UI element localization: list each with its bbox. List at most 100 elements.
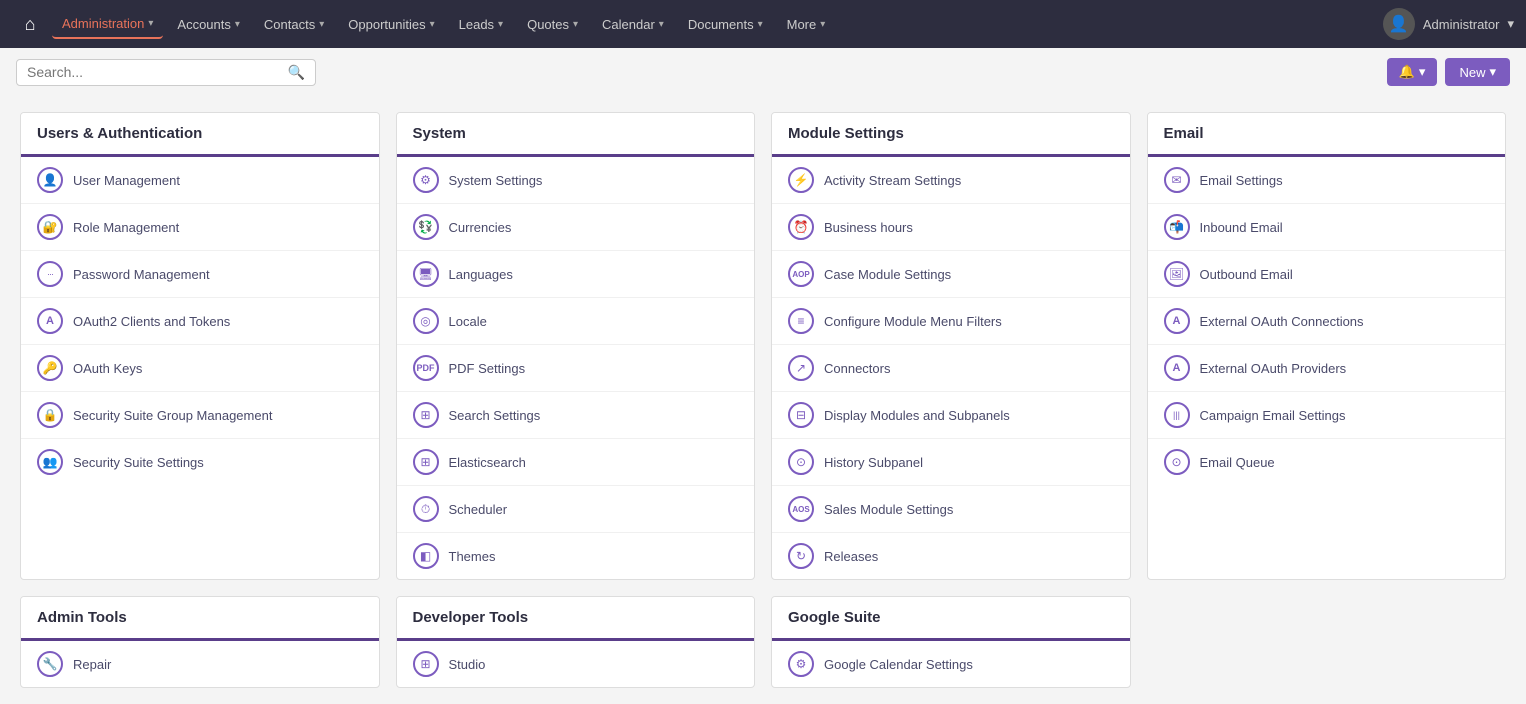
nav-item-leads[interactable]: Leads ▾ xyxy=(449,11,513,38)
list-item[interactable]: ⚙ Google Calendar Settings xyxy=(772,641,1130,687)
navbar: ⌂ Administration ▾ Accounts ▾ Contacts ▾… xyxy=(0,0,1526,48)
list-item[interactable]: A External OAuth Providers xyxy=(1148,345,1506,392)
nav-item-quotes[interactable]: Quotes ▾ xyxy=(517,11,588,38)
card-header-users-auth: Users & Authentication xyxy=(21,113,379,157)
locale-label: Locale xyxy=(449,314,487,329)
configure-module-icon: ≡ xyxy=(788,308,814,334)
list-item[interactable]: 🔒 Security Suite Group Management xyxy=(21,392,379,439)
nav-arrow: ▾ xyxy=(758,19,763,30)
configure-module-label: Configure Module Menu Filters xyxy=(824,314,1002,329)
nav-arrow: ▾ xyxy=(235,19,240,30)
role-management-icon: 🔐 xyxy=(37,214,63,240)
nav-item-administration[interactable]: Administration ▾ xyxy=(52,10,163,39)
list-item[interactable]: ⚙ System Settings xyxy=(397,157,755,204)
nav-item-calendar[interactable]: Calendar ▾ xyxy=(592,11,674,38)
nav-item-opportunities[interactable]: Opportunities ▾ xyxy=(338,11,444,38)
list-item[interactable]: 📬 Inbound Email xyxy=(1148,204,1506,251)
card-header-email: Email xyxy=(1148,113,1506,157)
new-button[interactable]: New ▾ xyxy=(1445,58,1510,86)
card-header-module-settings: Module Settings xyxy=(772,113,1130,157)
nav-arrow: ▾ xyxy=(573,19,578,30)
nav-arrow: ▾ xyxy=(430,19,435,30)
oauth-keys-icon: 🔑 xyxy=(37,355,63,381)
list-item[interactable]: AOS Sales Module Settings xyxy=(772,486,1130,533)
list-item[interactable]: ⊙ Email Queue xyxy=(1148,439,1506,485)
nav-item-contacts[interactable]: Contacts ▾ xyxy=(254,11,334,38)
releases-icon: ↻ xyxy=(788,543,814,569)
card-header-admin-tools: Admin Tools xyxy=(21,597,379,641)
main-content: Users & Authentication 👤 User Management… xyxy=(0,96,1526,704)
external-oauth-connections-label: External OAuth Connections xyxy=(1200,314,1364,329)
themes-icon: ◧ xyxy=(413,543,439,569)
security-suite-group-icon: 🔒 xyxy=(37,402,63,428)
outbound-email-label: Outbound Email xyxy=(1200,267,1293,282)
home-button[interactable]: ⌂ xyxy=(12,6,48,42)
list-item[interactable]: ⊞ Elasticsearch xyxy=(397,439,755,486)
list-item[interactable]: A OAuth2 Clients and Tokens xyxy=(21,298,379,345)
google-calendar-icon: ⚙ xyxy=(788,651,814,677)
list-item[interactable]: ··· Password Management xyxy=(21,251,379,298)
list-item[interactable]: 🖥 Languages xyxy=(397,251,755,298)
nav-arrow: ▾ xyxy=(659,19,664,30)
list-item[interactable]: ⊞ Studio xyxy=(397,641,755,687)
inbound-email-icon: 📬 xyxy=(1164,214,1190,240)
list-item[interactable]: ⊙ History Subpanel xyxy=(772,439,1130,486)
nav-arrow: ▾ xyxy=(498,19,503,30)
list-item[interactable]: ✉ Email Settings xyxy=(1148,157,1506,204)
connectors-label: Connectors xyxy=(824,361,890,376)
pdf-settings-label: PDF Settings xyxy=(449,361,526,376)
list-item[interactable]: 🔐 Role Management xyxy=(21,204,379,251)
studio-icon: ⊞ xyxy=(413,651,439,677)
bell-button[interactable]: 🔔 ▾ xyxy=(1387,58,1438,86)
list-item[interactable]: A External OAuth Connections xyxy=(1148,298,1506,345)
list-item[interactable]: ≡ Configure Module Menu Filters xyxy=(772,298,1130,345)
card-users-auth: Users & Authentication 👤 User Management… xyxy=(20,112,380,580)
list-item[interactable]: 👤 User Management xyxy=(21,157,379,204)
languages-icon: 🖥 xyxy=(413,261,439,287)
activity-stream-icon: ⚡ xyxy=(788,167,814,193)
card-admin-tools: Admin Tools 🔧 Repair xyxy=(20,596,380,688)
business-hours-label: Business hours xyxy=(824,220,913,235)
cards-grid-bottom: Admin Tools 🔧 Repair Developer Tools ⊞ S… xyxy=(20,596,1506,688)
search-input[interactable] xyxy=(27,64,288,80)
list-item[interactable]: 💱 Currencies xyxy=(397,204,755,251)
list-item[interactable]: ⏱ Scheduler xyxy=(397,486,755,533)
list-item[interactable]: ⏰ Business hours xyxy=(772,204,1130,251)
list-item[interactable]: ⊞ Search Settings xyxy=(397,392,755,439)
top-right-buttons: 🔔 ▾ New ▾ xyxy=(1387,58,1510,86)
password-management-icon: ··· xyxy=(37,261,63,287)
list-item[interactable]: ◎ Locale xyxy=(397,298,755,345)
list-item[interactable]: PDF PDF Settings xyxy=(397,345,755,392)
external-oauth-providers-icon: A xyxy=(1164,355,1190,381)
outbound-email-icon: 🖼 xyxy=(1164,261,1190,287)
nav-item-accounts[interactable]: Accounts ▾ xyxy=(167,11,250,38)
sales-module-icon: AOS xyxy=(788,496,814,522)
connectors-icon: ↗ xyxy=(788,355,814,381)
business-hours-icon: ⏰ xyxy=(788,214,814,240)
display-modules-icon: ⊟ xyxy=(788,402,814,428)
card-header-google-suite: Google Suite xyxy=(772,597,1130,641)
google-calendar-label: Google Calendar Settings xyxy=(824,657,973,672)
user-menu[interactable]: 👤 Administrator ▾ xyxy=(1383,8,1514,40)
list-item[interactable]: 🔑 OAuth Keys xyxy=(21,345,379,392)
role-management-label: Role Management xyxy=(73,220,179,235)
nav-item-documents[interactable]: Documents ▾ xyxy=(678,11,773,38)
user-management-icon: 👤 xyxy=(37,167,63,193)
list-item[interactable]: 👥 Security Suite Settings xyxy=(21,439,379,485)
list-item[interactable]: 🔧 Repair xyxy=(21,641,379,687)
nav-item-more[interactable]: More ▾ xyxy=(777,11,836,38)
list-item[interactable]: 🖼 Outbound Email xyxy=(1148,251,1506,298)
repair-label: Repair xyxy=(73,657,111,672)
list-item[interactable]: ||| Campaign Email Settings xyxy=(1148,392,1506,439)
list-item[interactable]: ◧ Themes xyxy=(397,533,755,579)
list-item[interactable]: AOP Case Module Settings xyxy=(772,251,1130,298)
list-item[interactable]: ↻ Releases xyxy=(772,533,1130,579)
list-item[interactable]: ⊟ Display Modules and Subpanels xyxy=(772,392,1130,439)
releases-label: Releases xyxy=(824,549,878,564)
card-module-settings: Module Settings ⚡ Activity Stream Settin… xyxy=(771,112,1131,580)
list-item[interactable]: ↗ Connectors xyxy=(772,345,1130,392)
list-item[interactable]: ⚡ Activity Stream Settings xyxy=(772,157,1130,204)
nav-arrow: ▾ xyxy=(319,19,324,30)
external-oauth-providers-label: External OAuth Providers xyxy=(1200,361,1347,376)
currencies-label: Currencies xyxy=(449,220,512,235)
